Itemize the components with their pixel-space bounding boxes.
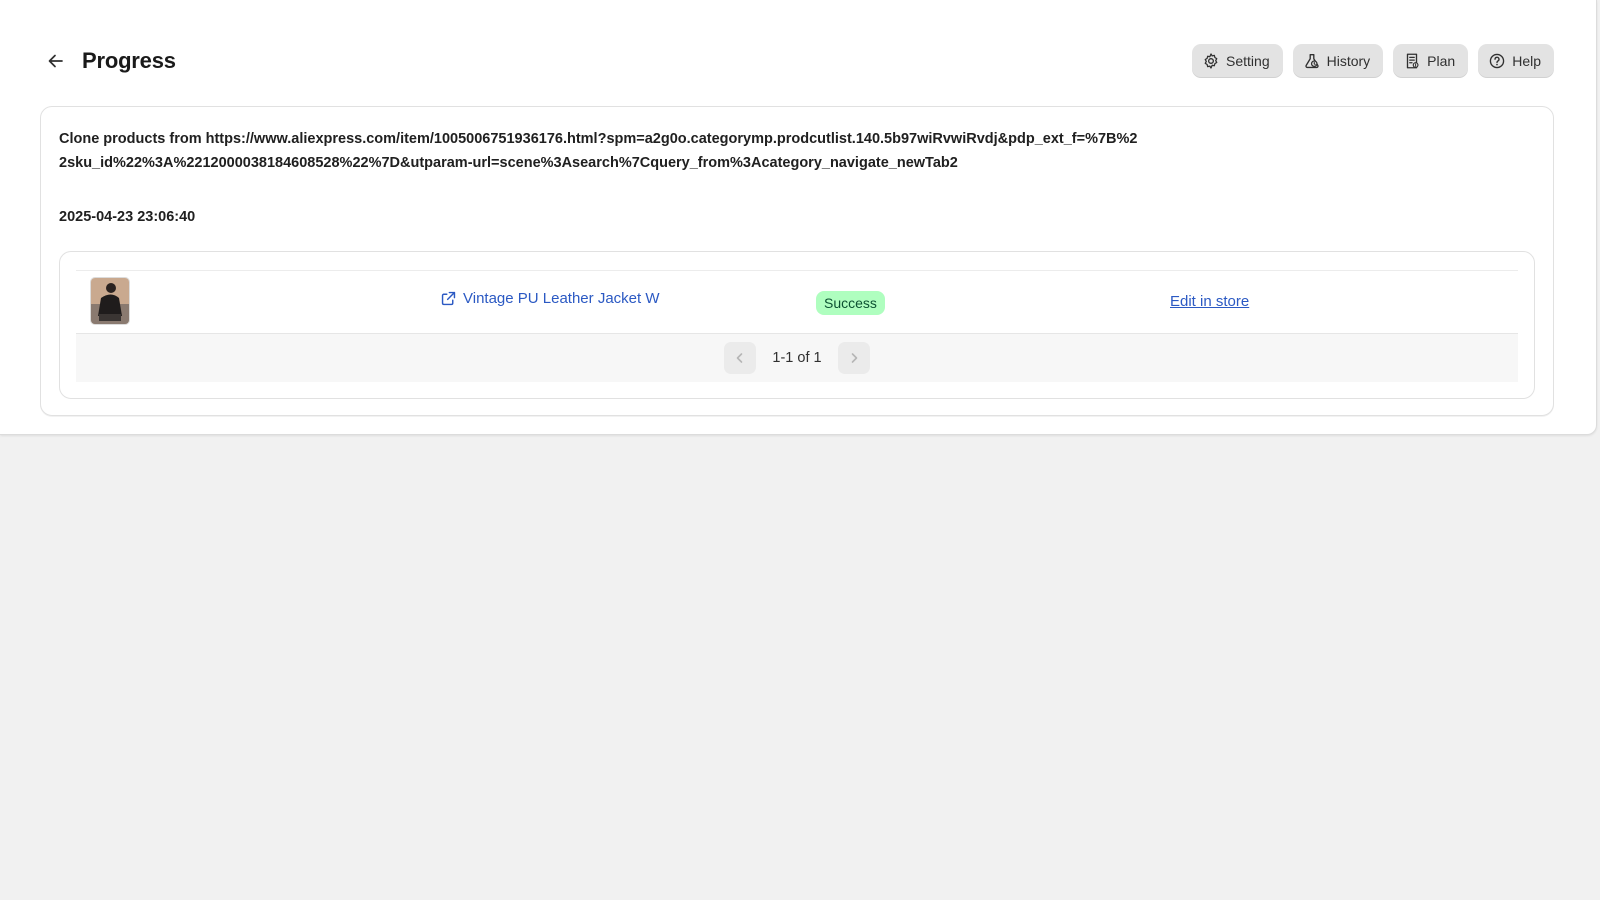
- header-actions: Setting History Plan Help: [1192, 44, 1554, 78]
- back-button[interactable]: [40, 45, 72, 77]
- task-card: Clone products from https://www.aliexpre…: [40, 106, 1554, 416]
- previous-page-button[interactable]: [724, 342, 757, 374]
- setting-button[interactable]: Setting: [1192, 44, 1283, 78]
- help-button-label: Help: [1512, 53, 1541, 69]
- history-button[interactable]: History: [1292, 44, 1384, 78]
- products-table: Vintage PU Leather Jacket W Success Edit…: [76, 270, 1518, 382]
- chevron-right-icon: [851, 353, 857, 363]
- product-link[interactable]: Vintage PU Leather Jacket W: [440, 290, 660, 307]
- history-icon: [1304, 54, 1319, 69]
- next-page-button[interactable]: [837, 342, 870, 374]
- plan-button[interactable]: Plan: [1393, 44, 1469, 78]
- page-title: Progress: [82, 48, 176, 73]
- plan-icon: [1406, 53, 1419, 69]
- pagination: 1-1 of 1: [76, 334, 1518, 382]
- page-panel: Progress Setting History Plan Help Clone…: [0, 0, 1597, 435]
- help-icon: [1489, 53, 1505, 69]
- edit-in-store-link[interactable]: Edit in store: [1170, 293, 1249, 310]
- products-card: Vintage PU Leather Jacket W Success Edit…: [59, 251, 1535, 399]
- table-row: Vintage PU Leather Jacket W Success Edit…: [76, 271, 1518, 334]
- history-button-label: History: [1326, 53, 1371, 69]
- title-group: Progress: [40, 45, 176, 77]
- chevron-left-icon: [737, 353, 743, 363]
- page-header: Progress Setting History Plan Help: [40, 42, 1554, 80]
- app-frame: Progress Setting History Plan Help Clone…: [0, 0, 1598, 900]
- external-link-icon: [441, 291, 456, 306]
- task-timestamp: 2025-04-23 23:06:40: [59, 209, 196, 225]
- product-name: Vintage PU Leather Jacket W: [463, 290, 660, 307]
- arrow-left-icon: [48, 54, 63, 68]
- product-image-icon: [91, 278, 129, 324]
- task-title: Clone products from https://www.aliexpre…: [59, 131, 1138, 171]
- help-button[interactable]: Help: [1478, 44, 1554, 78]
- product-thumbnail: [90, 277, 130, 325]
- pagination-info: 1-1 of 1: [772, 350, 822, 366]
- gear-icon: [1204, 53, 1218, 69]
- status-badge: Success: [816, 291, 885, 315]
- plan-button-label: Plan: [1427, 53, 1456, 69]
- setting-button-label: Setting: [1226, 53, 1270, 69]
